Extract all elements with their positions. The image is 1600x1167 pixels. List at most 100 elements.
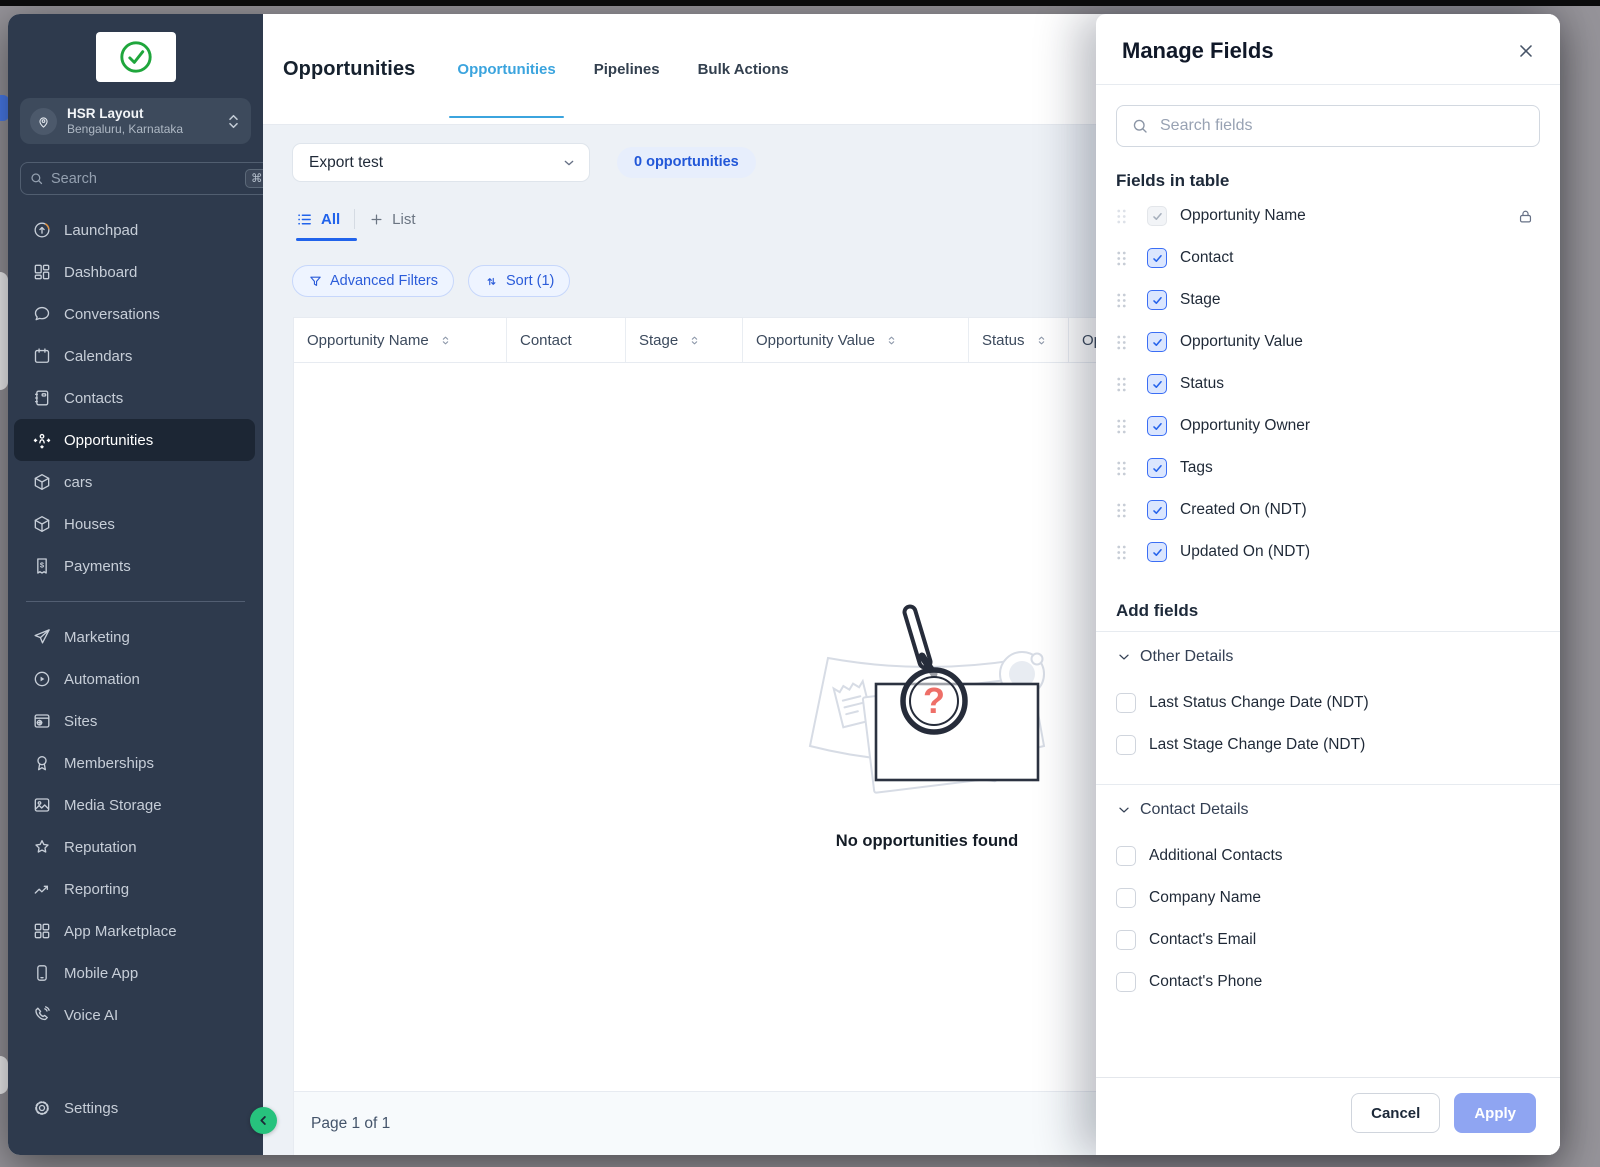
tab-bulk-actions[interactable]: Bulk Actions xyxy=(694,14,793,124)
empty-state-illustration: ? xyxy=(784,596,1070,808)
drag-handle-icon[interactable] xyxy=(1116,250,1127,267)
field-checkbox-unchecked[interactable] xyxy=(1116,846,1136,866)
sidebar-item-label: Automation xyxy=(64,671,140,688)
sidebar-item-conversations[interactable]: Conversations xyxy=(8,293,263,335)
field-checkbox-checked[interactable] xyxy=(1147,374,1167,394)
field-row-stage: Stage xyxy=(1116,279,1540,321)
field-checkbox-checked[interactable] xyxy=(1147,500,1167,520)
sidebar-item-app-marketplace[interactable]: App Marketplace xyxy=(8,910,263,952)
tab-pipelines[interactable]: Pipelines xyxy=(590,14,664,124)
sidebar-item-contacts[interactable]: Contacts xyxy=(8,377,263,419)
advanced-filters-button[interactable]: Advanced Filters xyxy=(292,265,454,297)
column-label: Opportunity Name xyxy=(307,332,429,349)
plus-icon xyxy=(369,212,384,227)
chevron-down-icon xyxy=(1116,802,1132,818)
column-header-opportunity-name[interactable]: Opportunity Name xyxy=(294,318,507,362)
app-window: HSR Layout Bengaluru, Karnataka ⌘ K Laun… xyxy=(8,14,1560,1155)
drag-handle-icon[interactable] xyxy=(1116,418,1127,435)
drag-handle-icon[interactable] xyxy=(1116,334,1127,351)
group-contact-details[interactable]: Contact Details xyxy=(1116,785,1540,835)
field-checkbox-unchecked[interactable] xyxy=(1116,930,1136,950)
field-checkbox-unchecked[interactable] xyxy=(1116,735,1136,755)
sidebar-item-reputation[interactable]: Reputation xyxy=(8,826,263,868)
apply-button[interactable]: Apply xyxy=(1454,1093,1536,1133)
field-checkbox-unchecked[interactable] xyxy=(1116,972,1136,992)
column-sort-icon[interactable] xyxy=(885,334,898,347)
award-badge-icon xyxy=(32,753,52,773)
drag-handle-icon[interactable] xyxy=(1116,292,1127,309)
field-checkbox-checked[interactable] xyxy=(1147,416,1167,436)
field-checkbox-unchecked[interactable] xyxy=(1116,693,1136,713)
sidebar-item-cars[interactable]: cars xyxy=(8,461,263,503)
group-title: Other Details xyxy=(1140,648,1233,666)
sidebar-item-sites[interactable]: Sites xyxy=(8,700,263,742)
field-row-tags: Tags xyxy=(1116,447,1540,489)
field-checkbox-unchecked[interactable] xyxy=(1116,888,1136,908)
column-header-contact[interactable]: Contact xyxy=(507,318,626,362)
fields-search[interactable] xyxy=(1116,105,1540,147)
panel-body: Fields in table Opportunity Name Contact… xyxy=(1096,85,1560,1077)
field-label: Company Name xyxy=(1149,889,1261,907)
view-tab-add-list[interactable]: List xyxy=(369,211,415,228)
field-row-contact: Contact xyxy=(1116,237,1540,279)
sidebar-item-launchpad[interactable]: Launchpad xyxy=(8,209,263,251)
sidebar-item-mobile-app[interactable]: Mobile App xyxy=(8,952,263,994)
lock-icon xyxy=(1517,208,1534,225)
tab-opportunities[interactable]: Opportunities xyxy=(453,14,559,124)
sidebar-item-houses[interactable]: Houses xyxy=(8,503,263,545)
sidebar-item-reporting[interactable]: Reporting xyxy=(8,868,263,910)
group-other-details[interactable]: Other Details xyxy=(1116,632,1540,682)
field-checkbox-checked[interactable] xyxy=(1147,290,1167,310)
sidebar-item-marketing[interactable]: Marketing xyxy=(8,616,263,658)
drag-handle-icon[interactable] xyxy=(1116,460,1127,477)
column-sort-icon[interactable] xyxy=(1035,334,1048,347)
field-label: Status xyxy=(1180,375,1224,393)
sidebar-item-label: Mobile App xyxy=(64,965,138,982)
sidebar-item-memberships[interactable]: Memberships xyxy=(8,742,263,784)
column-header-stage[interactable]: Stage xyxy=(626,318,743,362)
smartphone-icon xyxy=(32,963,52,983)
location-switcher[interactable]: HSR Layout Bengaluru, Karnataka xyxy=(20,98,251,144)
field-checkbox-checked[interactable] xyxy=(1147,248,1167,268)
sidebar-item-label: Reputation xyxy=(64,839,137,856)
sidebar-collapse-button[interactable] xyxy=(250,1107,277,1134)
field-checkbox-checked[interactable] xyxy=(1147,458,1167,478)
sidebar-search[interactable]: ⌘ K xyxy=(20,162,263,195)
search-icon xyxy=(29,171,44,186)
sidebar-item-label: Settings xyxy=(64,1100,118,1117)
sidebar-item-media-storage[interactable]: Media Storage xyxy=(8,784,263,826)
sidebar-item-automation[interactable]: Automation xyxy=(8,658,263,700)
sidebar-item-payments[interactable]: $ Payments xyxy=(8,545,263,587)
field-checkbox-checked[interactable] xyxy=(1147,542,1167,562)
column-header-status[interactable]: Status xyxy=(969,318,1069,362)
funnel-icon xyxy=(308,274,323,289)
drag-handle-icon[interactable] xyxy=(1116,502,1127,519)
add-field-row: Additional Contacts xyxy=(1116,835,1540,877)
sidebar-item-settings[interactable]: Settings xyxy=(8,1087,263,1129)
saved-view-select[interactable]: Export test xyxy=(292,143,590,182)
close-button[interactable] xyxy=(1514,39,1538,63)
sidebar-item-voice-ai[interactable]: Voice AI xyxy=(8,994,263,1036)
view-tab-all[interactable]: All xyxy=(296,211,340,228)
svg-text:$: $ xyxy=(40,561,45,570)
sidebar-item-dashboard[interactable]: Dashboard xyxy=(8,251,263,293)
sidebar-item-label: Contacts xyxy=(64,390,123,407)
drag-handle-icon[interactable] xyxy=(1116,376,1127,393)
drag-handle-icon[interactable] xyxy=(1116,544,1127,561)
field-checkbox-checked[interactable] xyxy=(1147,332,1167,352)
sidebar-item-calendars[interactable]: Calendars xyxy=(8,335,263,377)
sidebar-search-input[interactable] xyxy=(51,171,238,187)
cancel-button[interactable]: Cancel xyxy=(1351,1093,1440,1133)
sidebar-search-row: ⌘ K xyxy=(20,162,251,195)
column-header-opportunity-value[interactable]: Opportunity Value xyxy=(743,318,969,362)
column-sort-icon[interactable] xyxy=(439,334,452,347)
close-icon xyxy=(1516,41,1536,61)
column-sort-icon[interactable] xyxy=(688,334,701,347)
drag-handle-icon[interactable] xyxy=(1116,208,1127,225)
field-label: Last Stage Change Date (NDT) xyxy=(1149,736,1365,754)
opportunities-icon xyxy=(32,430,52,450)
fields-search-input[interactable] xyxy=(1160,117,1525,135)
sidebar-item-opportunities[interactable]: Opportunities xyxy=(14,419,255,461)
agency-logo[interactable] xyxy=(96,32,176,82)
sort-button[interactable]: Sort (1) xyxy=(468,265,570,297)
